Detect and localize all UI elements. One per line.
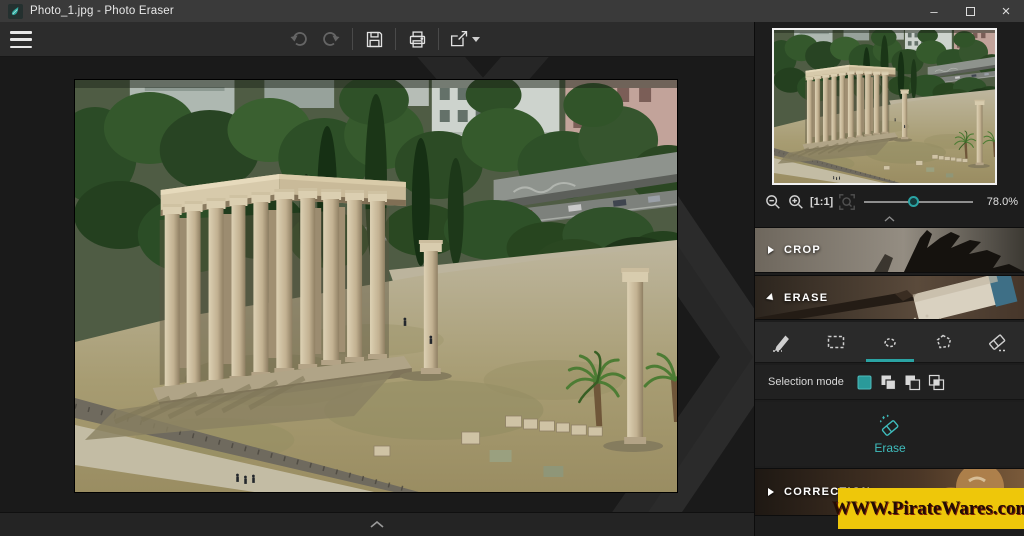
- collapse-preview-chevron-icon: [884, 216, 895, 222]
- new-selection-icon: [856, 374, 873, 391]
- section-header-erase[interactable]: ERASE: [755, 275, 1024, 320]
- selection-mode-add-button[interactable]: [878, 371, 900, 393]
- section-header-crop[interactable]: CROP: [755, 227, 1024, 273]
- main-photo[interactable]: [75, 80, 677, 492]
- tool-rectangle-select-button[interactable]: [809, 322, 863, 362]
- undo-icon: [289, 29, 309, 49]
- selection-mode-new-button[interactable]: [854, 371, 876, 393]
- zoom-out-icon: [764, 193, 782, 211]
- redo-button[interactable]: [315, 25, 347, 53]
- selection-mode-row: Selection mode: [755, 365, 1024, 400]
- menu-button[interactable]: [10, 31, 32, 48]
- redo-icon: [321, 29, 341, 49]
- rectangle-select-tool-icon: [824, 330, 848, 354]
- toolbar-separator: [438, 28, 439, 50]
- correction-expander-icon: [768, 488, 774, 496]
- erase-button[interactable]: Erase: [755, 402, 1024, 466]
- selection-mode-intersect-button[interactable]: [926, 371, 948, 393]
- titlebar: Photo_1.jpg - Photo Eraser – ×: [0, 0, 1024, 22]
- close-button[interactable]: ×: [988, 0, 1024, 22]
- preview-collapse-bar[interactable]: [755, 213, 1024, 225]
- app-window: Photo_1.jpg - Photo Eraser – ×: [0, 0, 1024, 536]
- toolbar: [0, 22, 754, 57]
- zoom-in-icon: [787, 193, 805, 211]
- save-button[interactable]: [358, 25, 390, 53]
- undo-button[interactable]: [283, 25, 315, 53]
- crop-label: CROP: [784, 244, 821, 256]
- minimize-button[interactable]: –: [916, 0, 952, 22]
- canvas-bottom-bar: [0, 512, 754, 536]
- window-title: Photo_1.jpg - Photo Eraser: [30, 5, 174, 17]
- erase-button-label: Erase: [874, 441, 905, 455]
- canvas: [0, 57, 754, 536]
- window-controls: – ×: [916, 0, 1024, 22]
- maximize-icon: [966, 7, 975, 16]
- selection-mode-subtract-button[interactable]: [902, 371, 924, 393]
- zoom-1-1-button[interactable]: [1:1]: [809, 196, 834, 208]
- pirate-watermark: WWW.PirateWares.com: [838, 488, 1024, 529]
- tool-lasso-button[interactable]: [863, 322, 917, 362]
- tool-marker-button[interactable]: [755, 322, 809, 362]
- erase-action-icon: [877, 414, 903, 438]
- minimize-icon: –: [930, 5, 937, 18]
- zoom-value: 78.0%: [980, 196, 1018, 208]
- erase-expander-icon: [766, 293, 776, 303]
- zoom-controls: [1:1] 78.0%: [763, 191, 1018, 213]
- export-dropdown-caret: [472, 37, 480, 42]
- lasso-tool-icon: [878, 330, 902, 354]
- expand-filmstrip-chevron-icon[interactable]: [370, 521, 384, 528]
- crop-expander-icon: [768, 246, 774, 254]
- intersect-selection-icon: [928, 374, 945, 391]
- eraser-tool-icon: [986, 330, 1010, 354]
- zoom-slider-knob[interactable]: [908, 196, 919, 207]
- print-button[interactable]: [401, 25, 433, 53]
- navigator-thumbnail[interactable]: [772, 28, 997, 185]
- save-icon: [364, 29, 385, 50]
- export-button[interactable]: [444, 25, 484, 53]
- editor-area: [0, 22, 754, 536]
- close-icon: ×: [1002, 4, 1011, 19]
- zoom-fit-button[interactable]: [837, 192, 857, 212]
- subtract-selection-icon: [904, 374, 921, 391]
- zoom-out-button[interactable]: [763, 192, 783, 212]
- export-icon: [449, 29, 470, 50]
- right-panel: [1:1] 78.0%: [754, 22, 1024, 536]
- erase-label: ERASE: [784, 292, 828, 304]
- maximize-button[interactable]: [952, 0, 988, 22]
- zoom-slider[interactable]: [864, 192, 973, 212]
- app-icon: [8, 4, 23, 19]
- erase-tools-row: [755, 322, 1024, 363]
- zoom-in-button[interactable]: [786, 192, 806, 212]
- print-icon: [407, 29, 428, 50]
- polygon-select-tool-icon: [932, 330, 956, 354]
- tool-polygon-select-button[interactable]: [917, 322, 971, 362]
- zoom-fit-icon: [838, 193, 856, 211]
- toolbar-separator: [352, 28, 353, 50]
- selection-mode-label: Selection mode: [768, 376, 844, 388]
- toolbar-actions: [283, 22, 484, 56]
- tool-eraser-button[interactable]: [971, 322, 1024, 362]
- marker-tool-icon: [770, 330, 794, 354]
- add-selection-icon: [880, 374, 897, 391]
- toolbar-separator: [395, 28, 396, 50]
